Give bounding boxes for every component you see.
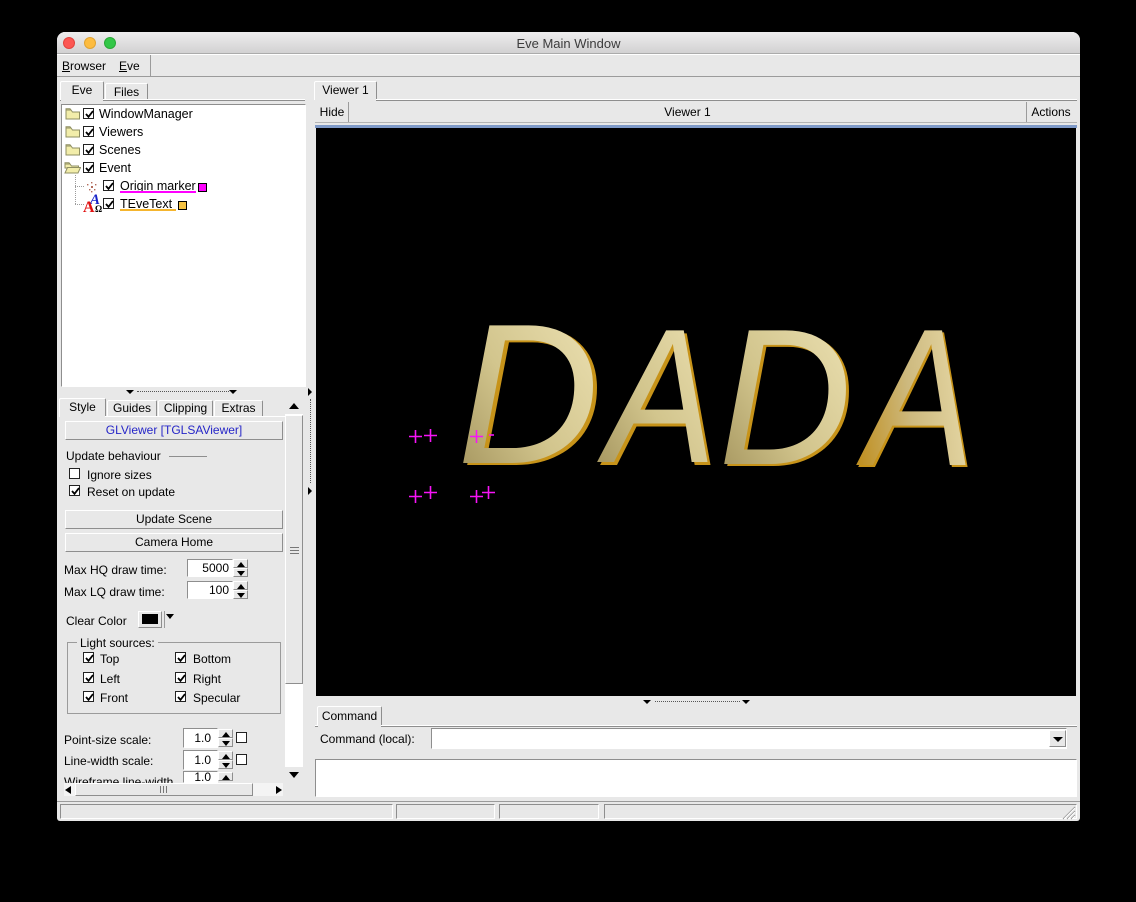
svg-text:D: D bbox=[719, 289, 852, 506]
svg-text:A: A bbox=[597, 290, 717, 503]
svg-text:A: A bbox=[856, 289, 974, 507]
svg-text:D: D bbox=[457, 283, 599, 507]
